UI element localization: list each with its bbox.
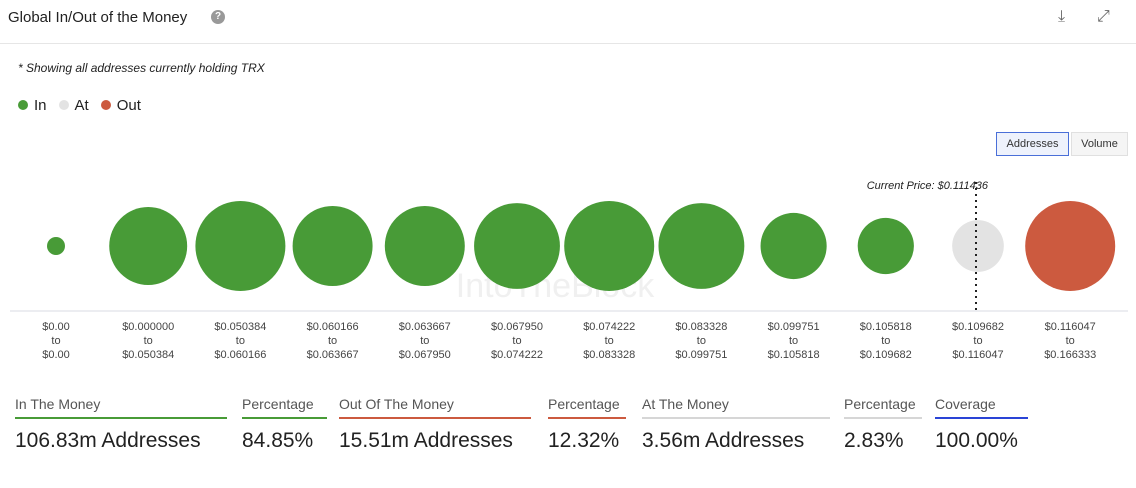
x-tick-label: $0.116047 to $0.166333 <box>1024 320 1116 362</box>
tick-to: $0.099751 <box>675 349 728 361</box>
tick-to: $0.063667 <box>306 349 359 361</box>
stat-label: Out Of The Money <box>339 396 531 419</box>
stat-label: Percentage <box>844 396 922 419</box>
tick-to_word: to <box>51 335 61 347</box>
tick-from: $0.050384 <box>214 321 267 333</box>
tick-to: $0.166333 <box>1044 349 1097 361</box>
x-tick-label: $0.000000 to $0.050384 <box>102 320 194 362</box>
tick-to_word: to <box>420 335 430 347</box>
stat-value: 12.32% <box>548 429 620 452</box>
bubble-in[interactable] <box>658 203 745 289</box>
stat-1: Percentage 84.85% <box>242 396 327 453</box>
x-tick-label: $0.00 to $0.00 <box>10 320 102 362</box>
stat-0: In The Money 106.83m Addresses <box>15 396 227 453</box>
stat-value: 84.85% <box>242 429 314 452</box>
x-tick-label: $0.083328 to $0.099751 <box>655 320 747 362</box>
x-tick-label: $0.063667 to $0.067950 <box>379 320 471 362</box>
bubble-at[interactable] <box>952 220 1004 272</box>
tick-to_word: to <box>235 335 245 347</box>
x-tick-label: $0.099751 to $0.105818 <box>748 320 840 362</box>
stat-value: 100.00% <box>935 429 1018 452</box>
stat-value: 106.83m Addresses <box>15 429 201 452</box>
bubble-in[interactable] <box>195 201 286 291</box>
stat-value: 15.51m Addresses <box>339 429 513 452</box>
x-tick-label: $0.060166 to $0.063667 <box>287 320 379 362</box>
tick-from: $0.099751 <box>767 321 820 333</box>
stat-2: Out Of The Money 15.51m Addresses <box>339 396 531 453</box>
tick-to: $0.083328 <box>583 349 636 361</box>
tick-to: $0.116047 <box>952 349 1004 361</box>
bubble-in[interactable] <box>760 212 827 280</box>
bubble-in[interactable] <box>109 207 188 285</box>
stat-label: In The Money <box>15 396 227 419</box>
tick-to_word: to <box>789 335 799 347</box>
stat-value: 3.56m Addresses <box>642 429 805 452</box>
tick-to: $0.109682 <box>859 349 912 361</box>
tick-from: $0.060166 <box>306 321 359 333</box>
tick-to: $0.050384 <box>122 349 175 361</box>
tick-from: $0.067950 <box>491 321 543 333</box>
stat-label: At The Money <box>642 396 830 419</box>
tick-from: $0.083328 <box>675 321 728 333</box>
tick-from: $0.074222 <box>583 321 636 333</box>
stat-label: Percentage <box>548 396 626 419</box>
stat-label: Coverage <box>935 396 1028 419</box>
tick-from: $0.105818 <box>859 321 912 333</box>
x-tick-label: $0.067950 to $0.074222 <box>471 320 563 362</box>
x-tick-label: $0.105818 to $0.109682 <box>840 320 932 362</box>
x-tick-label: $0.074222 to $0.083328 <box>563 320 655 362</box>
tick-to_word: to <box>696 335 706 347</box>
bubble-in[interactable] <box>47 237 65 255</box>
tick-from: $0.000000 <box>122 321 175 333</box>
bubble-in[interactable] <box>857 217 914 275</box>
tick-to: $0.074222 <box>491 349 543 361</box>
tick-from: $0.116047 <box>1044 321 1096 333</box>
stat-4: At The Money 3.56m Addresses <box>642 396 830 453</box>
tick-to: $0.105818 <box>767 349 820 361</box>
tick-to_word: to <box>512 335 522 347</box>
tick-to_word: to <box>973 335 983 347</box>
tick-to_word: to <box>328 335 338 347</box>
tick-from: $0.109682 <box>952 321 1004 333</box>
stat-3: Percentage 12.32% <box>548 396 626 453</box>
tick-to: $0.00 <box>42 349 70 361</box>
stat-value: 2.83% <box>844 429 904 452</box>
tick-from: $0.063667 <box>398 321 451 333</box>
tick-from: $0.00 <box>42 321 70 333</box>
tick-to: $0.060166 <box>214 349 267 361</box>
tick-to_word: to <box>604 335 614 347</box>
stat-6: Coverage 100.00% <box>935 396 1028 453</box>
x-tick-label: $0.109682 to $0.116047 <box>932 320 1024 362</box>
bubble-in[interactable] <box>564 201 655 291</box>
tick-to_word: to <box>143 335 153 347</box>
stat-5: Percentage 2.83% <box>844 396 922 453</box>
stat-label: Percentage <box>242 396 327 419</box>
bubble-in[interactable] <box>384 206 465 286</box>
x-tick-label: $0.050384 to $0.060166 <box>194 320 286 362</box>
tick-to_word: to <box>881 335 891 347</box>
tick-to: $0.067950 <box>398 349 451 361</box>
bubble-in[interactable] <box>292 206 373 286</box>
bubble-out[interactable] <box>1025 201 1116 291</box>
tick-to_word: to <box>1065 335 1075 347</box>
current-price-label: Current Price: $0.111436 <box>866 180 988 192</box>
bubble-in[interactable] <box>474 203 560 289</box>
